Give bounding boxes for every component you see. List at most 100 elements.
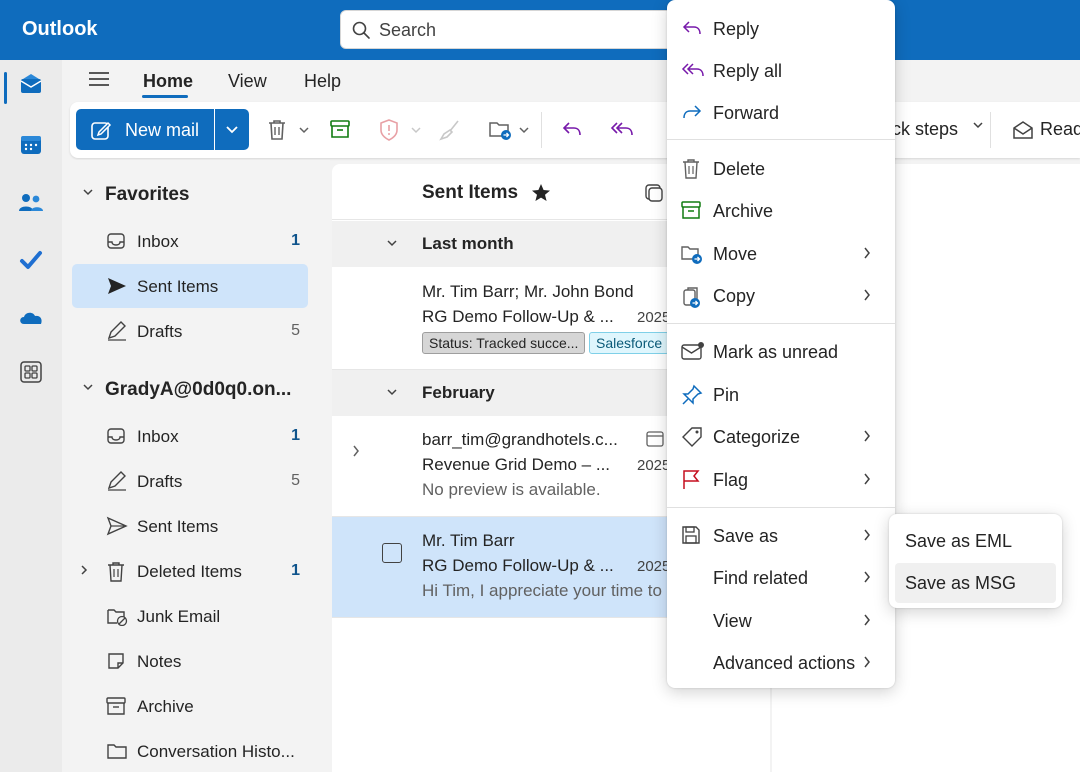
hamburger-menu-icon[interactable]	[88, 70, 110, 88]
folder-item-deleted-items[interactable]: Deleted Items 1	[72, 549, 308, 593]
folder-icon	[106, 741, 128, 761]
rail-active-indicator	[4, 72, 7, 104]
top-bar: Outlook	[0, 0, 1080, 60]
folder-item-notes[interactable]: Notes	[72, 639, 308, 683]
ribbon-toolbar: New mail ick steps Read	[70, 102, 1080, 158]
todo-icon[interactable]	[15, 244, 47, 276]
folder-item-drafts[interactable]: Drafts 5	[72, 459, 308, 503]
trash-icon	[681, 158, 701, 180]
menu-item-reply[interactable]: Reply	[671, 8, 891, 48]
inbox-icon	[106, 426, 126, 446]
search-input[interactable]	[379, 17, 659, 43]
active-tab-indicator	[142, 95, 188, 98]
mark-unread-icon	[681, 341, 705, 361]
tab-view[interactable]: View	[228, 71, 267, 92]
folder-item-sent-items[interactable]: Sent Items	[72, 504, 308, 548]
app-title[interactable]: Outlook	[22, 18, 98, 41]
chevron-down-icon[interactable]	[410, 126, 422, 134]
quick-steps-button[interactable]: ick steps	[888, 119, 958, 140]
folder-item-inbox[interactable]: Inbox 1	[72, 414, 308, 458]
category-tag[interactable]: Salesforce	[589, 332, 670, 354]
menu-item-archive[interactable]: Archive	[671, 190, 891, 230]
star-icon[interactable]	[530, 182, 552, 204]
menu-item-delete[interactable]: Delete	[671, 148, 891, 188]
account-header[interactable]: GradyA@0d0q0.on...	[72, 370, 312, 410]
folder-item-inbox[interactable]: Inbox 1	[72, 219, 308, 263]
select-mode-icon[interactable]	[644, 183, 664, 203]
reply-icon[interactable]	[560, 118, 584, 140]
menu-item-move[interactable]: Move	[671, 233, 891, 273]
folder-item-drafts[interactable]: Drafts 5	[72, 309, 308, 353]
chevron-right-icon	[863, 528, 871, 542]
menu-item-save-as[interactable]: Save as	[671, 515, 891, 555]
move-folder-icon	[681, 243, 705, 265]
tag-icon	[681, 426, 703, 448]
read-button[interactable]: Read	[1040, 119, 1080, 140]
chevron-right-icon[interactable]	[80, 564, 88, 576]
message-date: 2025	[637, 457, 671, 474]
chevron-right-icon	[863, 429, 871, 443]
delete-icon[interactable]	[266, 118, 288, 142]
folder-item-junk-email[interactable]: Junk Email	[72, 594, 308, 638]
search-icon	[351, 20, 371, 40]
new-mail-label: New mail	[125, 120, 200, 140]
message-preview: No preview is available.	[422, 480, 601, 499]
menu-item-copy[interactable]: Copy	[671, 275, 891, 315]
folder-item-sent-items[interactable]: Sent Items	[72, 264, 308, 308]
compose-icon	[90, 119, 112, 141]
mail-icon[interactable]	[15, 68, 47, 100]
pin-icon	[681, 384, 703, 406]
menu-item-flag[interactable]: Flag	[671, 459, 891, 499]
tab-help[interactable]: Help	[304, 71, 341, 92]
folder-item-conversation-history[interactable]: Conversation Histo...	[72, 729, 308, 772]
search-box[interactable]	[340, 10, 680, 49]
trash-icon	[106, 561, 126, 583]
chevron-down-icon[interactable]	[298, 126, 310, 134]
copy-icon	[681, 285, 703, 309]
menu-item-view[interactable]: View	[671, 600, 891, 640]
archive-icon	[681, 200, 701, 220]
message-subject: RG Demo Follow-Up & ...	[422, 307, 614, 326]
move-folder-icon[interactable]	[488, 118, 514, 142]
context-menu: Reply Reply all Forward Delete Archive M…	[667, 0, 895, 688]
tab-home[interactable]: Home	[143, 71, 193, 92]
new-mail-dropdown-button[interactable]	[215, 109, 249, 150]
menu-item-save-as-eml[interactable]: Save as EML	[895, 521, 1056, 561]
chevron-right-icon	[863, 288, 871, 302]
menu-item-mark-as-unread[interactable]: Mark as unread	[671, 331, 891, 371]
archive-icon[interactable]	[329, 118, 351, 140]
menu-item-forward[interactable]: Forward	[671, 92, 891, 132]
menu-item-categorize[interactable]: Categorize	[671, 416, 891, 456]
message-checkbox[interactable]	[382, 543, 402, 563]
folder-pane: Favorites Inbox 1 Sent Items Drafts 5 Gr…	[62, 160, 330, 772]
people-icon[interactable]	[15, 187, 47, 219]
chevron-right-icon[interactable]	[352, 444, 360, 458]
chevron-right-icon	[863, 613, 871, 627]
chevron-down-icon[interactable]	[972, 121, 984, 129]
menu-item-pin[interactable]: Pin	[671, 374, 891, 414]
menu-item-reply-all[interactable]: Reply all	[671, 50, 891, 90]
favorites-header[interactable]: Favorites	[72, 175, 312, 215]
ribbon-tabs: Home View Help	[62, 60, 1080, 100]
onedrive-icon[interactable]	[15, 301, 47, 333]
inbox-icon	[106, 231, 126, 251]
report-icon[interactable]	[378, 118, 400, 142]
category-tag[interactable]: Status: Tracked succe...	[422, 332, 586, 354]
save-icon	[681, 525, 701, 545]
forward-icon	[681, 102, 703, 122]
menu-divider	[667, 507, 895, 508]
chevron-down-icon[interactable]	[518, 126, 530, 134]
calendar-icon[interactable]	[15, 129, 47, 161]
sweep-icon[interactable]	[438, 118, 462, 142]
new-mail-button[interactable]: New mail	[76, 109, 214, 150]
menu-item-find-related[interactable]: Find related	[671, 557, 891, 597]
chevron-down-icon	[386, 388, 398, 396]
archive-icon	[106, 696, 126, 716]
drafts-icon	[106, 321, 128, 341]
menu-item-save-as-msg[interactable]: Save as MSG	[895, 563, 1056, 603]
apps-icon[interactable]	[15, 356, 47, 388]
folder-item-archive[interactable]: Archive	[72, 684, 308, 728]
menu-item-advanced-actions[interactable]: Advanced actions	[671, 642, 891, 682]
chevron-right-icon	[863, 655, 871, 669]
reply-all-icon[interactable]	[609, 118, 635, 140]
